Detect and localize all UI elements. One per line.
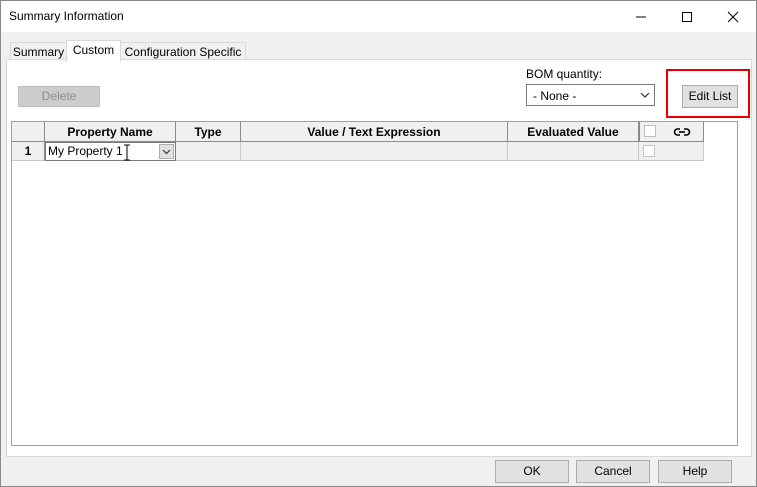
link-icon[interactable] (673, 126, 691, 138)
delete-button[interactable]: Delete (18, 86, 100, 107)
evaluated-value-cell (508, 142, 639, 161)
summary-information-dialog: Summary Information Summary Custom Confi… (0, 0, 757, 487)
chevron-down-icon (162, 149, 171, 155)
header-evaluated-value[interactable]: Evaluated Value (508, 122, 639, 142)
close-icon (727, 11, 739, 22)
grid-corner-header (12, 122, 45, 142)
ok-button[interactable]: OK (495, 460, 569, 483)
custom-properties-grid: Property Name Type Value / Text Expressi… (11, 121, 738, 446)
property-name-combobox[interactable]: My Property 1 (45, 142, 176, 161)
property-name-dropdown-button[interactable] (159, 144, 174, 159)
property-name-value: My Property 1 (48, 144, 123, 158)
title-bar: Summary Information (1, 1, 756, 32)
help-button[interactable]: Help (658, 460, 732, 483)
edit-list-highlight-box (666, 69, 750, 118)
header-checkbox[interactable] (644, 125, 656, 137)
header-value-text-expression[interactable]: Value / Text Expression (241, 122, 508, 142)
bom-quantity-select[interactable]: - None - (526, 84, 655, 106)
minimize-icon (636, 16, 646, 17)
header-checkbox-link (639, 122, 704, 142)
row-number: 1 (12, 142, 45, 161)
minimize-button[interactable] (618, 1, 664, 32)
close-button[interactable] (710, 1, 756, 32)
maximize-button[interactable] (664, 1, 710, 32)
bom-quantity-label: BOM quantity: (526, 67, 603, 81)
maximize-icon (682, 11, 692, 22)
chevron-down-icon (640, 92, 650, 98)
value-text-expression-cell[interactable] (241, 142, 508, 161)
type-cell[interactable] (176, 142, 241, 161)
bom-quantity-value: - None - (533, 89, 577, 103)
cancel-button[interactable]: Cancel (576, 460, 650, 483)
header-property-name[interactable]: Property Name (45, 122, 176, 142)
header-type[interactable]: Type (176, 122, 241, 142)
text-cursor-icon (124, 144, 130, 161)
row-checkbox-cell (639, 142, 704, 161)
tab-custom[interactable]: Custom (66, 40, 121, 62)
row-checkbox[interactable] (643, 145, 655, 157)
window-title: Summary Information (9, 9, 124, 23)
